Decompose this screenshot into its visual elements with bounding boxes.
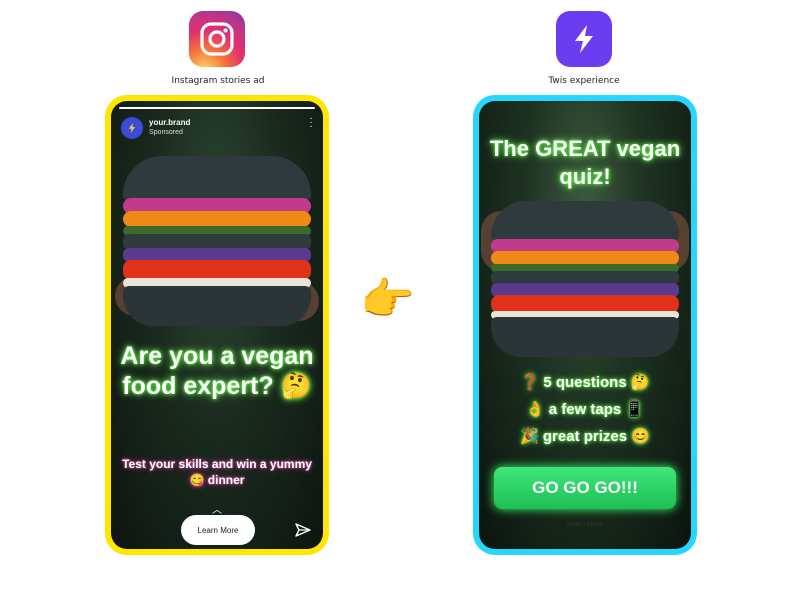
instagram-story-phone: your.brand Sponsored · · · Are you a vegan…	[105, 95, 329, 555]
bullet-taps: 👌 a few taps 📱	[525, 401, 645, 418]
instagram-caption: Instagram stories ad	[171, 76, 265, 86]
chevron-up-icon[interactable]: ︿	[111, 501, 323, 516]
burger-image	[115, 156, 319, 331]
more-dots-icon[interactable]: · · ·	[309, 114, 313, 132]
story-headline: Are you a vegan food expert? 🤔	[120, 342, 314, 400]
instagram-story-screen: your.brand Sponsored · · · Are you a vegan…	[111, 101, 323, 549]
story-subtext: Test your skills and win a yummy 😋 dinne…	[122, 457, 312, 487]
pointing-hand-icon: 👉	[360, 275, 415, 324]
quiz-title: The GREAT vegan quiz!	[489, 136, 681, 189]
learn-more-button[interactable]: Learn More	[181, 515, 255, 545]
brand-avatar[interactable]	[121, 117, 143, 139]
instagram-icon	[189, 11, 245, 67]
twis-experience-screen: The GREAT vegan quiz! ❓ 5 questions 🤔 👌 …	[479, 101, 691, 549]
bullet-prizes: 🎉 great prizes 😊	[520, 428, 650, 445]
twis-caption: Twis experience	[548, 76, 620, 86]
twis-bolt-icon	[556, 11, 612, 67]
sponsored-label: Sponsored	[149, 129, 183, 136]
twis-experience-phone: The GREAT vegan quiz! ❓ 5 questions 🤔 👌 …	[473, 95, 697, 555]
bullet-questions: ❓ 5 questions 🤔	[520, 374, 650, 391]
quiz-bullets: ❓ 5 questions 🤔 👌 a few taps 📱 🎉 great p…	[479, 369, 691, 450]
story-progress-bar	[119, 107, 315, 109]
burger-image	[481, 201, 689, 361]
learn-more-link[interactable]: Learn More	[479, 521, 691, 528]
send-icon[interactable]	[295, 522, 311, 538]
go-button[interactable]: GO GO GO!!!	[494, 467, 676, 509]
brand-name[interactable]: your.brand	[149, 118, 190, 127]
